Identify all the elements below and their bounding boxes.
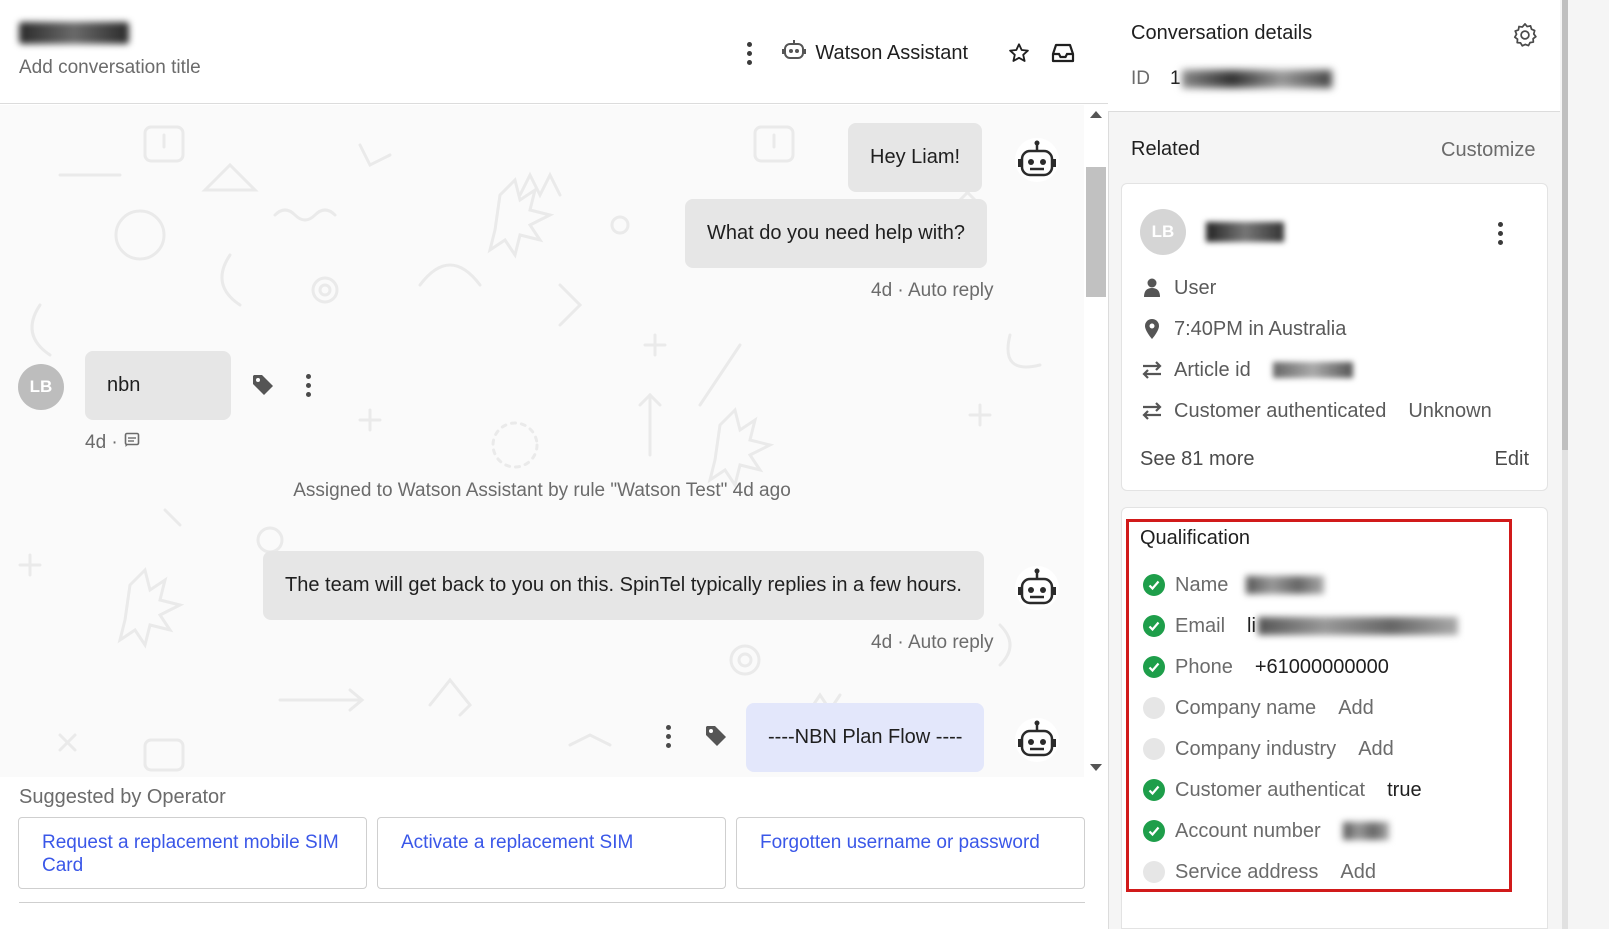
id-value: 1 — [1170, 68, 1181, 89]
header-actions: Watson Assistant — [739, 36, 1078, 70]
assignment-note: Assigned to Watson Assistant by rule "Wa… — [293, 480, 791, 501]
contact-type-row: User — [1140, 276, 1216, 300]
name-value-redacted — [1246, 576, 1325, 594]
message-meta: 4d · — [85, 432, 140, 454]
scrollbar-thumb[interactable] — [1086, 167, 1106, 297]
message-text: The team will get back to you on this. S… — [285, 574, 962, 596]
customer-authenticated-row: Customer authenticated Unknown — [1140, 399, 1492, 423]
suggestions-label: Suggested by Operator — [19, 786, 226, 808]
check-circle-icon — [1143, 574, 1165, 596]
swap-arrows-icon — [1140, 399, 1164, 423]
message-list[interactable]: Hey Liam! What do you need help with? 4d… — [0, 105, 1084, 777]
message-options-icon[interactable] — [301, 371, 315, 399]
check-circle-icon — [1143, 656, 1165, 678]
check-circle-icon — [1143, 779, 1165, 801]
message-list-scrollbar[interactable] — [1084, 105, 1108, 777]
qualification-row-phone[interactable]: Phone +61000000000 — [1143, 654, 1389, 680]
user-avatar: LB — [18, 364, 64, 410]
suggestion-card[interactable]: Activate a replacement SIM — [377, 817, 726, 889]
assignee-selector[interactable]: Watson Assistant — [781, 37, 968, 69]
bot-flow-message: ----NBN Plan Flow ---- — [746, 703, 985, 772]
sidebar-scrollbar-thumb[interactable] — [1562, 0, 1568, 450]
message-text: Hey Liam! — [870, 146, 961, 168]
qualification-row-service-address[interactable]: Service address Add — [1143, 859, 1376, 885]
local-time-row: 7:40PM in Australia — [1140, 317, 1346, 341]
contact-name-redacted — [19, 22, 129, 44]
check-circle-icon — [1143, 615, 1165, 637]
bot-message: The team will get back to you on this. S… — [263, 551, 984, 620]
empty-circle-icon — [1143, 697, 1165, 719]
message-text: nbn — [107, 374, 141, 396]
scroll-up-icon[interactable] — [1090, 111, 1102, 118]
id-redacted — [1182, 70, 1332, 88]
tag-icon[interactable] — [703, 723, 729, 749]
message-options-icon[interactable] — [661, 722, 675, 750]
id-label: ID — [1131, 68, 1150, 89]
article-id-row: Article id — [1140, 358, 1353, 382]
gear-icon[interactable] — [1512, 22, 1538, 48]
more-options-icon[interactable] — [739, 39, 759, 67]
bot-message: Hey Liam! — [848, 123, 983, 192]
suggestion-card[interactable]: Request a replacement mobile SIM Card — [18, 817, 367, 889]
assignee-name: Watson Assistant — [815, 41, 968, 64]
bot-avatar-icon — [1015, 718, 1059, 762]
inbox-icon[interactable] — [1048, 38, 1078, 68]
empty-circle-icon — [1143, 861, 1165, 883]
empty-circle-icon — [1143, 738, 1165, 760]
check-circle-icon — [1143, 820, 1165, 842]
conversation-header: Add conversation title Watson Assistant — [0, 0, 1108, 104]
bot-message: What do you need help with? — [685, 199, 987, 268]
qualification-row-account-number[interactable]: Account number — [1143, 818, 1389, 844]
person-icon — [1140, 276, 1164, 300]
add-service-address-link[interactable]: Add — [1340, 861, 1376, 884]
message-meta: 4d · Auto reply — [871, 280, 994, 301]
qualification-row-company-name[interactable]: Company name Add — [1143, 695, 1374, 721]
message-text: ----NBN Plan Flow ---- — [768, 726, 963, 748]
related-section-title: Related — [1131, 138, 1200, 160]
suggestion-card[interactable]: Forgotten username or password — [736, 817, 1085, 889]
edit-attributes-link[interactable]: Edit — [1495, 448, 1529, 471]
user-message: nbn — [85, 351, 231, 420]
add-company-industry-link[interactable]: Add — [1358, 738, 1394, 761]
related-contact-card: LB User 7:40PM in Australia Article id C… — [1121, 183, 1548, 491]
contact-avatar[interactable]: LB — [1140, 209, 1186, 255]
swap-arrows-icon — [1140, 358, 1164, 382]
contact-options-icon[interactable] — [1493, 220, 1507, 246]
details-header: Conversation details ID 1 — [1108, 0, 1560, 112]
qualification-row-email[interactable]: Email li — [1143, 613, 1458, 639]
qualification-row-company-industry[interactable]: Company industry Add — [1143, 736, 1394, 762]
article-id-redacted — [1272, 362, 1353, 378]
message-meta: 4d · Auto reply — [871, 632, 994, 653]
qualification-row-name[interactable]: Name — [1143, 572, 1325, 598]
customize-link[interactable]: Customize — [1441, 139, 1535, 162]
conversation-pane: Add conversation title Watson Assistant — [0, 0, 1108, 929]
contact-name-redacted[interactable] — [1206, 222, 1284, 242]
bot-avatar-icon — [1015, 138, 1059, 182]
qualification-title: Qualification — [1140, 527, 1251, 549]
composer-divider — [19, 902, 1085, 903]
details-title: Conversation details — [1131, 22, 1313, 44]
email-value-redacted — [1257, 617, 1458, 635]
account-number-redacted — [1342, 822, 1389, 840]
add-company-name-link[interactable]: Add — [1338, 697, 1374, 720]
tag-icon[interactable] — [250, 372, 276, 398]
see-more-attributes-link[interactable]: See 81 more — [1140, 448, 1255, 471]
bot-avatar-icon — [1015, 566, 1059, 610]
location-pin-icon — [1140, 317, 1164, 341]
scroll-down-icon[interactable] — [1090, 764, 1102, 771]
message-text: What do you need help with? — [707, 222, 965, 244]
conversation-title-input[interactable]: Add conversation title — [19, 57, 201, 79]
qualification-row-customer-authenticated[interactable]: Customer authenticat true — [1143, 777, 1422, 803]
bot-icon — [781, 37, 807, 69]
star-icon[interactable] — [1004, 38, 1034, 68]
channel-icon — [124, 432, 140, 454]
